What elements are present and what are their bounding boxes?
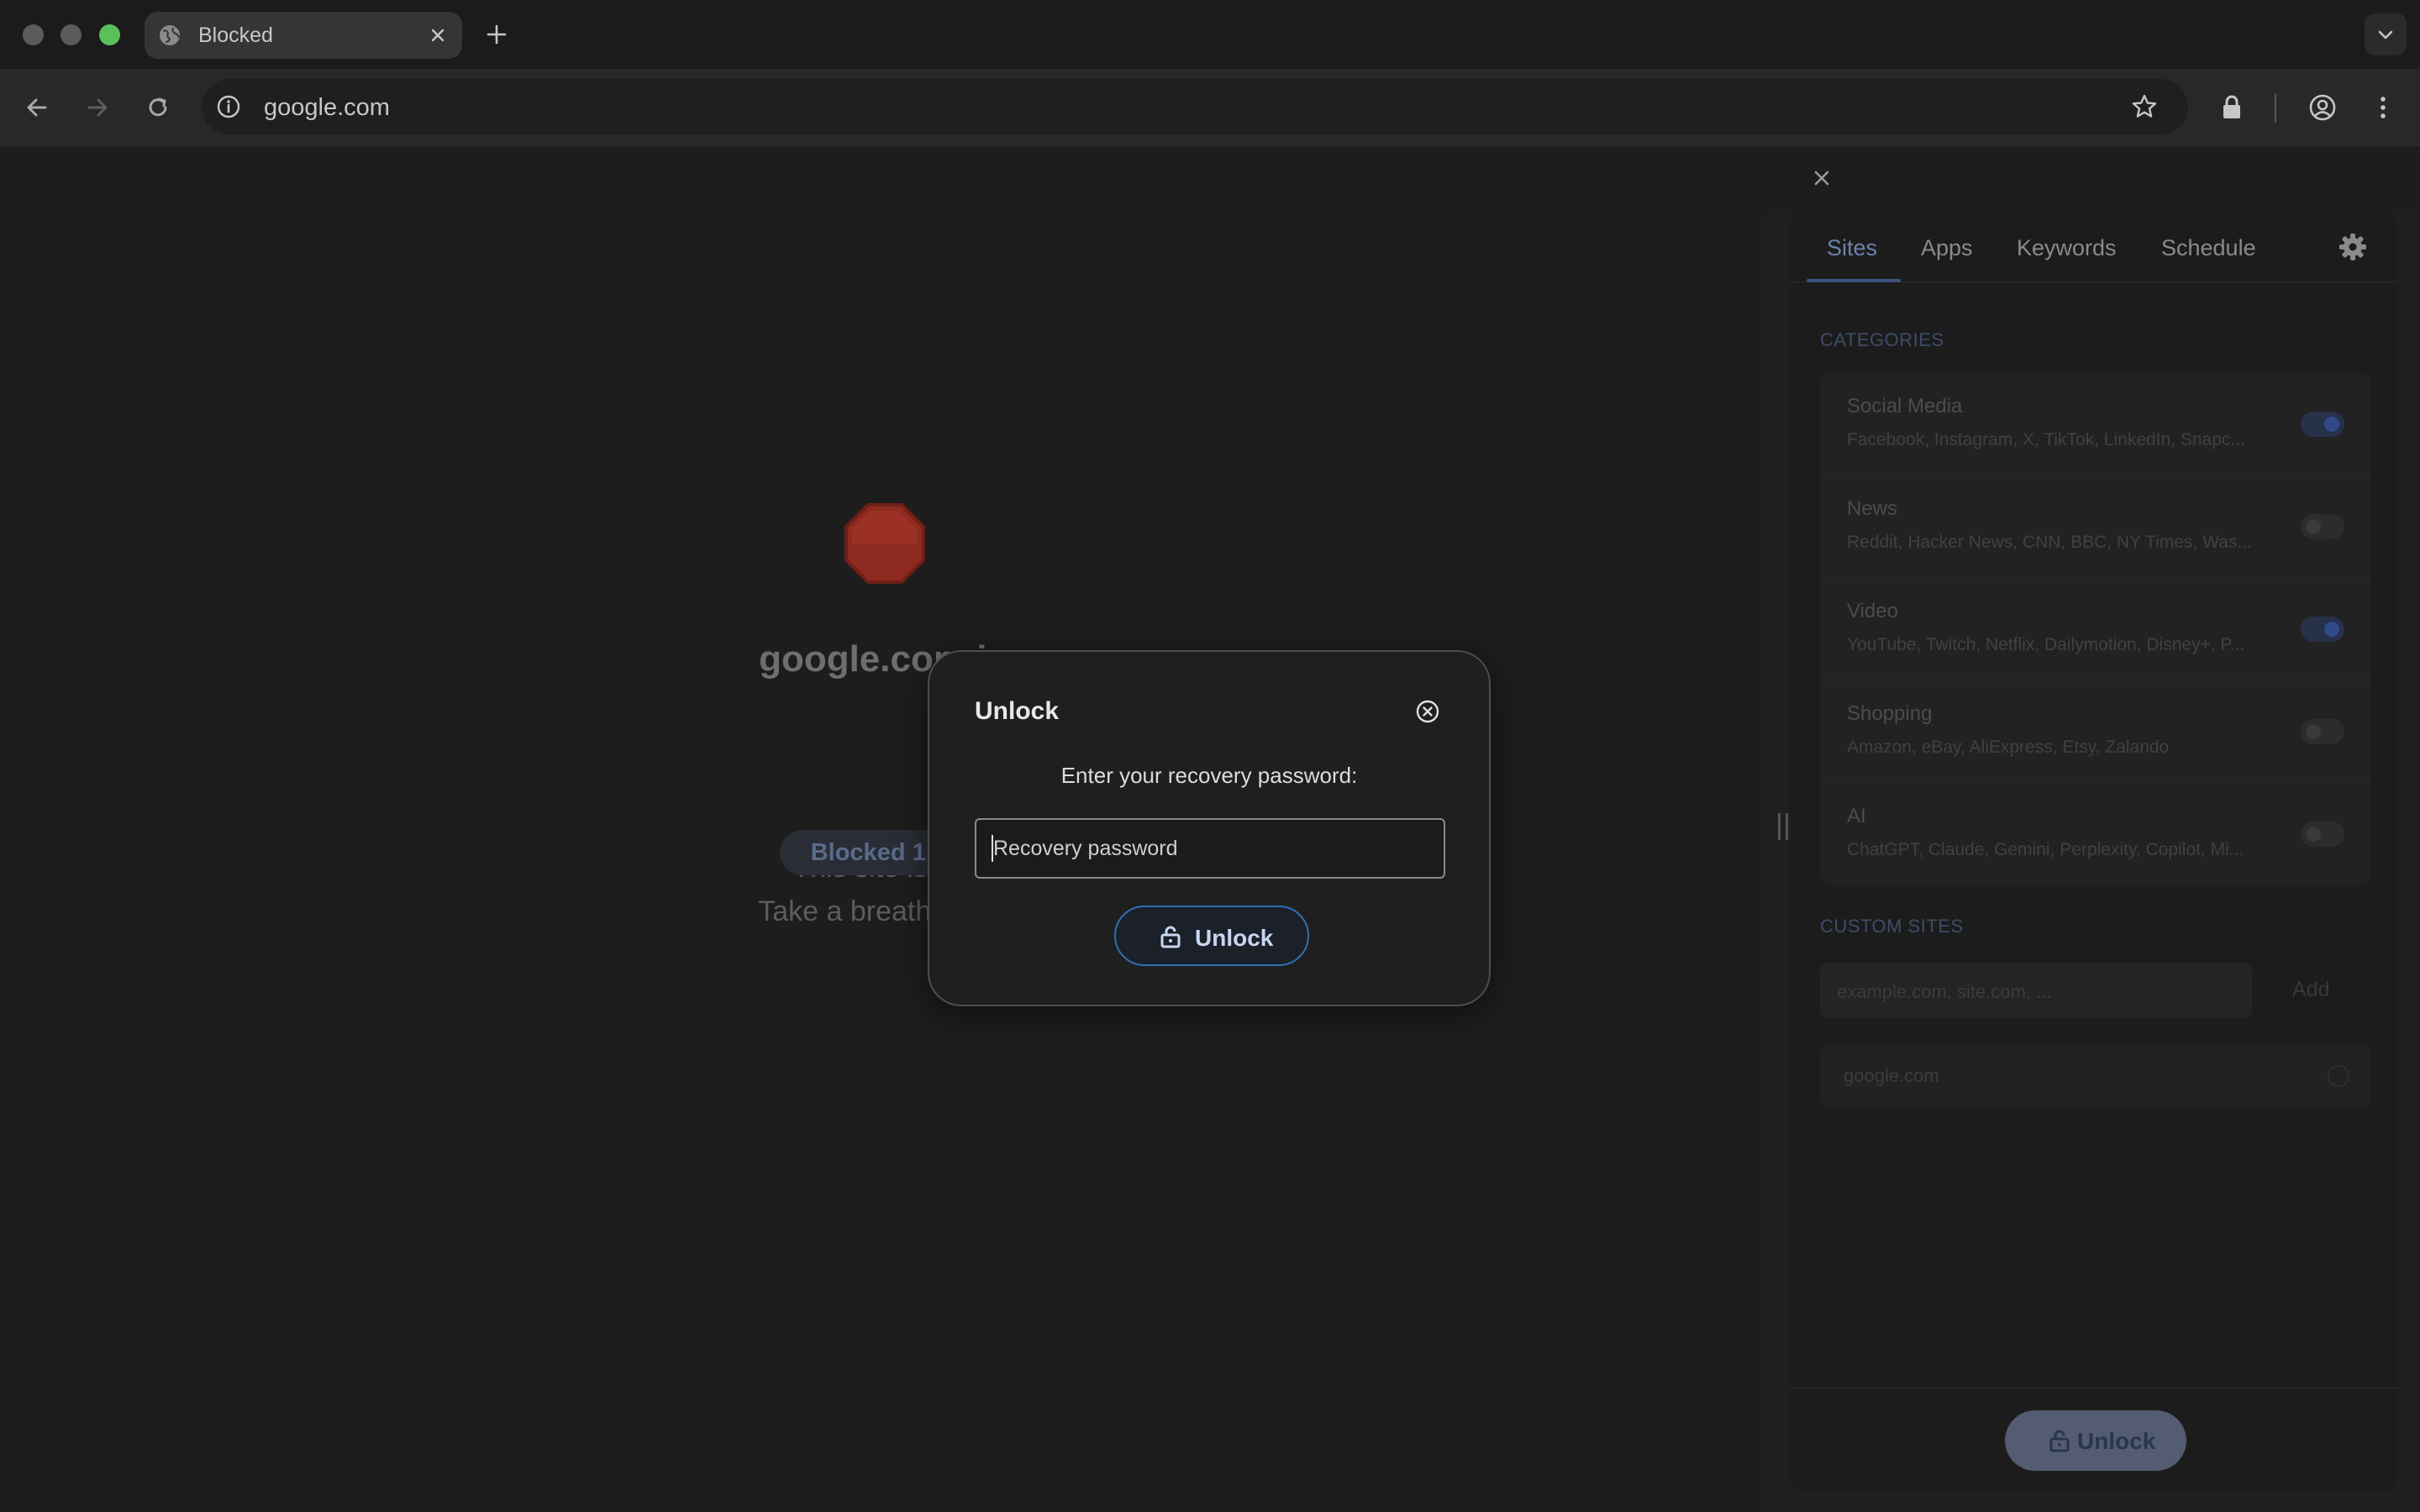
window-minimize-button[interactable] [60, 24, 82, 45]
unlock-dialog: Unlock Enter your recovery password: Unl… [928, 650, 1491, 1006]
custom-sites-heading: CUSTOM SITES [1820, 916, 1964, 937]
tab-apps[interactable]: Apps [1921, 235, 1973, 261]
category-social-media: Social Media Facebook, Instagram, X, Tik… [1820, 373, 2371, 475]
category-sites: YouTube, Twitch, Netflix, Dailymotion, D… [1847, 635, 2245, 654]
category-name: AI [1847, 805, 1866, 827]
add-site-button[interactable]: Add [2292, 978, 2329, 1002]
unlock-icon [1160, 926, 1181, 948]
dialog-title: Unlock [975, 697, 1060, 725]
category-sites: ChatGPT, Claude, Gemini, Perplexity, Cop… [1847, 840, 2244, 859]
forward-arrow-icon[interactable] [81, 91, 114, 124]
custom-site-item: google.com [1820, 1043, 2371, 1107]
tab-keywords[interactable]: Keywords [2017, 235, 2117, 261]
blocked-subtitle-line2: Take a breath, you'r [758, 895, 1008, 927]
bookmark-star-icon[interactable] [2129, 92, 2160, 122]
unlock-button-label: Unlock [1195, 925, 1274, 951]
remove-site-icon[interactable] [2328, 1065, 2349, 1087]
categories-list: Social Media Facebook, Instagram, X, Tik… [1820, 373, 2371, 885]
close-circle-icon[interactable] [1413, 697, 1442, 726]
tab-sites[interactable]: Sites [1827, 235, 1877, 261]
footer-unlock-label: Unlock [2077, 1428, 2156, 1454]
stop-sign-icon [844, 503, 925, 584]
tab-schedule[interactable]: Schedule [2161, 235, 2256, 261]
custom-site-domain: google.com [1844, 1065, 1939, 1086]
panel-footer: Unlock [1790, 1388, 2398, 1492]
globe-icon [160, 25, 180, 45]
new-tab-icon[interactable] [482, 20, 511, 49]
category-sites: Amazon, eBay, AliExpress, Etsy, Zalando [1847, 738, 2170, 757]
site-info-icon[interactable] [215, 93, 242, 120]
more-menu-icon[interactable] [2366, 91, 2400, 124]
gear-icon[interactable] [2338, 232, 2368, 262]
window-close-button[interactable] [23, 24, 44, 45]
toolbar-divider [2275, 94, 2276, 123]
recovery-password-input[interactable] [975, 818, 1445, 879]
category-ai: AI ChatGPT, Claude, Gemini, Perplexity, … [1820, 783, 2371, 885]
unlock-icon [2049, 1430, 2070, 1452]
category-toggle[interactable] [2301, 514, 2344, 539]
text-caret [992, 835, 993, 862]
tab-search-button[interactable] [2365, 13, 2407, 55]
blocked-page [0, 146, 1766, 1512]
custom-site-input[interactable]: example.com, site.com, ... [1820, 963, 2252, 1018]
lock-extension-icon[interactable] [2215, 91, 2249, 124]
panel-resize-handle[interactable] [1778, 813, 1788, 840]
category-name: News [1847, 497, 1898, 520]
close-icon[interactable] [1808, 165, 1835, 192]
footer-unlock-button[interactable]: Unlock [2005, 1410, 2186, 1471]
custom-site-placeholder: example.com, site.com, ... [1837, 981, 2052, 1002]
category-video: Video YouTube, Twitch, Netflix, Dailymot… [1820, 578, 2371, 680]
dialog-prompt: Enter your recovery password: [1060, 763, 1358, 788]
blocked-title: google.com is [759, 638, 1007, 680]
category-toggle[interactable] [2301, 719, 2344, 744]
category-name: Video [1847, 600, 1898, 622]
tab-strip: Blocked [0, 0, 2420, 69]
side-panel-header [1766, 146, 2420, 213]
reload-icon[interactable] [141, 91, 175, 124]
category-toggle[interactable] [2301, 412, 2344, 437]
category-name: Shopping [1847, 702, 1933, 725]
active-tab-indicator [1807, 279, 1901, 282]
address-url: google.com [264, 94, 390, 121]
category-news: News Reddit, Hacker News, CNN, BBC, NY T… [1820, 475, 2371, 578]
category-shopping: Shopping Amazon, eBay, AliExpress, Etsy,… [1820, 680, 2371, 783]
window-maximize-button[interactable] [99, 24, 120, 45]
category-sites: Facebook, Instagram, X, TikTok, LinkedIn… [1847, 430, 2245, 449]
address-bar[interactable]: google.com [202, 79, 2188, 134]
categories-heading: CATEGORIES [1820, 329, 1944, 350]
category-name: Social Media [1847, 395, 1963, 417]
side-panel: Sites Apps Keywords Schedule CATEGORIES … [1790, 212, 2398, 1492]
back-arrow-icon[interactable] [20, 91, 54, 124]
panel-tabs: Sites Apps Keywords Schedule [1790, 212, 2398, 282]
tab-title: Blocked [198, 24, 273, 47]
browser-toolbar: google.com [0, 69, 2420, 146]
category-toggle[interactable] [2301, 822, 2344, 847]
category-sites: Reddit, Hacker News, CNN, BBC, NY Times,… [1847, 533, 2252, 552]
browser-tab[interactable]: Blocked [145, 12, 462, 59]
chevron-down-icon [2378, 30, 2393, 39]
profile-icon[interactable] [2306, 91, 2339, 124]
category-toggle[interactable] [2301, 617, 2344, 642]
tab-close-icon[interactable] [427, 24, 449, 46]
unlock-button[interactable]: Unlock [1114, 906, 1309, 966]
